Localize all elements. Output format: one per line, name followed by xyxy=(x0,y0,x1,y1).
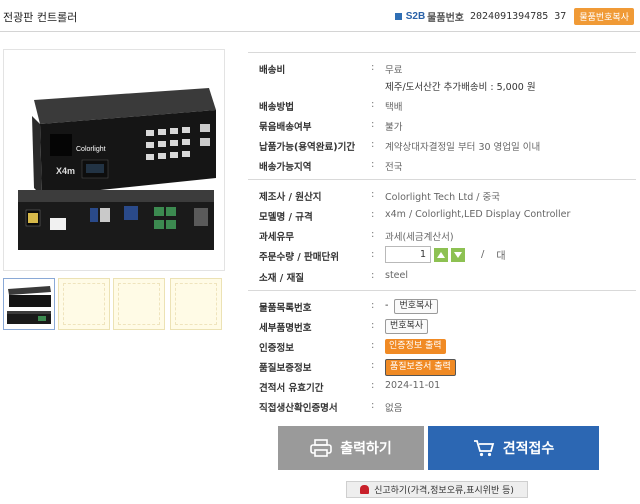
quote-button-label: 견적접수 xyxy=(502,441,555,457)
product-number-label: 물품번호 xyxy=(427,12,464,24)
info-value: 불가 xyxy=(385,122,403,133)
info-label: 배송비 xyxy=(259,65,286,76)
info-row: 묶음배송여부 : 불가 xyxy=(259,119,403,133)
thumbnail-product[interactable] xyxy=(3,278,55,330)
info-value: 2024-11-01 xyxy=(385,380,441,391)
report-button[interactable]: 신고하기(가격,정보오류,표시위반 등) xyxy=(346,481,528,498)
product-info-table: 배송비 : 무료 제주/도서산간 추가배송비 : 5,000 원 배송방법 : … xyxy=(248,52,636,420)
sales-unit: 대 xyxy=(496,251,506,262)
info-row: 모델명 / 규격 : x4m / Colorlight,LED Display … xyxy=(259,209,571,223)
device-brand-text: Colorlight xyxy=(76,146,106,153)
info-value: 무료 xyxy=(385,65,403,76)
quantity-up-icon[interactable] xyxy=(434,247,448,262)
print-warranty-button[interactable]: 품질보증서 출력 xyxy=(385,359,456,376)
product-number-area: S2B 물품번호 2024091394785 37 물품번호복사 xyxy=(394,7,634,25)
info-label: 납품가능(용역완료)기간 xyxy=(259,142,356,153)
info-label: 세부품명번호 xyxy=(259,323,312,334)
product-main-image: Colorlight X4m xyxy=(3,49,225,271)
print-button[interactable]: 출력하기 xyxy=(278,426,424,470)
info-label: 모델명 / 규격 xyxy=(259,212,313,223)
request-quote-button[interactable]: 견적접수 xyxy=(428,426,599,470)
print-certification-button[interactable]: 인증정보 출력 xyxy=(385,339,446,354)
thumbnail-empty[interactable] xyxy=(58,278,110,330)
info-row: 배송가능지역 : 전국 xyxy=(259,159,403,173)
quantity-stepper: / 대 xyxy=(385,246,506,263)
info-label: 주문수량 / 판매단위 xyxy=(259,252,340,263)
info-value-wrap: - 번호복사 xyxy=(385,299,438,314)
info-value: 전국 xyxy=(385,162,403,173)
info-label: 묶음배송여부 xyxy=(259,122,312,133)
copy-detail-number-button[interactable]: 번호복사 xyxy=(385,319,429,334)
info-value: 없음 xyxy=(385,403,403,414)
page-header: 전광판 컨트롤러 S2B 물품번호 2024091394785 37 물품번호복… xyxy=(0,0,640,32)
info-label: 배송방법 xyxy=(259,102,294,113)
print-button-label: 출력하기 xyxy=(340,441,392,457)
info-row: 견적서 유효기간 : 2024-11-01 xyxy=(259,380,441,394)
info-row: 제조사 / 원산지 : Colorlight Tech Ltd / 중국 xyxy=(259,189,500,203)
quantity-input[interactable] xyxy=(385,246,431,263)
info-row: 배송방법 : 택배 xyxy=(259,99,403,113)
info-row: 세부품명번호 : 번호복사 xyxy=(248,316,636,336)
info-label: 인증정보 xyxy=(259,343,294,354)
info-row: 주문수량 / 판매단위 : / 대 xyxy=(248,245,636,266)
printer-icon xyxy=(310,439,333,457)
report-button-label: 신고하기(가격,정보오류,표시위반 등) xyxy=(374,486,514,496)
info-value: steel xyxy=(385,270,409,281)
s2b-logo: S2B xyxy=(405,10,426,22)
info-label: 품질보증정보 xyxy=(259,363,312,374)
info-label: 배송가능지역 xyxy=(259,162,312,173)
thumbnail-empty[interactable] xyxy=(113,278,165,330)
quantity-down-icon[interactable] xyxy=(451,247,465,262)
info-value: 과세(세금계산서) xyxy=(385,232,454,243)
info-value: x4m / Colorlight,LED Display Controller xyxy=(385,209,571,220)
thumbnail-empty[interactable] xyxy=(170,278,222,330)
info-value: 택배 xyxy=(385,102,403,113)
info-value: Colorlight Tech Ltd / 중국 xyxy=(385,192,500,203)
info-label: 제조사 / 원산지 xyxy=(259,192,322,203)
info-row: 배송비 : 무료 xyxy=(259,62,403,76)
info-row: 과세유무 : 과세(세금계산서) xyxy=(259,229,454,243)
info-row: 제주/도서산간 추가배송비 : 5,000 원 xyxy=(248,78,636,95)
device-model-text: X4m xyxy=(56,166,75,176)
info-row: 소재 / 재질 : steel xyxy=(259,270,409,284)
copy-catalog-number-button[interactable]: 번호복사 xyxy=(394,299,438,314)
extra-shipping-fee: 제주/도서산간 추가배송비 : 5,000 원 xyxy=(385,82,536,93)
info-value: 계약상대자결정일 부터 30 영업일 이내 xyxy=(385,142,541,153)
page-title: 전광판 컨트롤러 xyxy=(3,11,78,24)
info-label: 과세유무 xyxy=(259,232,294,243)
info-row: 품질보증정보 : 품질보증서 출력 xyxy=(248,356,636,376)
quantity-separator: / xyxy=(481,249,485,260)
product-spec-group: 제조사 / 원산지 : Colorlight Tech Ltd / 중국 모델명… xyxy=(248,179,636,290)
device-illustration: Colorlight X4m xyxy=(18,88,216,250)
info-label: 직접생산확인증명서 xyxy=(259,403,338,414)
info-value: - xyxy=(385,300,389,311)
cart-icon xyxy=(473,440,494,457)
info-label: 소재 / 재질 xyxy=(259,273,305,284)
info-label: 물품목록번호 xyxy=(259,303,312,314)
product-number-value: 2024091394785 37 xyxy=(469,10,567,22)
copy-product-number-button[interactable]: 물품번호복사 xyxy=(574,7,634,25)
info-label: 견적서 유효기간 xyxy=(259,383,324,394)
info-row: 직접생산확인증명서 : 없음 xyxy=(259,400,403,414)
info-row: 납품가능(용역완료)기간 : 계약상대자결정일 부터 30 영업일 이내 xyxy=(259,139,541,153)
info-row: 물품목록번호 : - 번호복사 xyxy=(248,296,636,316)
shipping-info-group: 배송비 : 무료 제주/도서산간 추가배송비 : 5,000 원 배송방법 : … xyxy=(248,52,636,179)
info-row: 인증정보 : 인증정보 출력 xyxy=(248,336,636,356)
siren-icon xyxy=(360,485,370,494)
certification-group: 물품목록번호 : - 번호복사 세부품명번호 : 번호복사 인증정보 : 인증정… xyxy=(248,290,636,420)
bullet-icon xyxy=(394,12,402,20)
